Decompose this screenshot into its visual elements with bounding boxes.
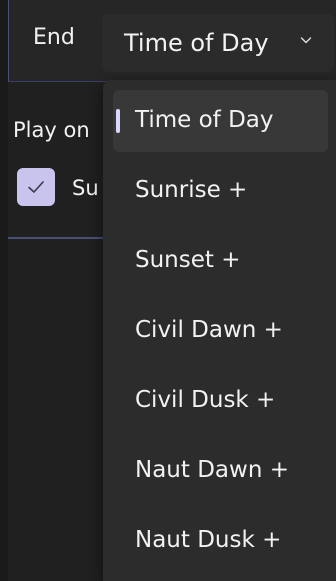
sunday-checkbox-label: Su (72, 176, 99, 200)
selected-indicator (116, 109, 120, 133)
end-dropdown[interactable]: Time of Day (102, 14, 334, 72)
menu-item-label: Sunset + (135, 247, 241, 273)
left-edge-strip (0, 0, 8, 581)
chevron-down-icon (300, 34, 312, 46)
menu-item-naut-dusk[interactable]: Naut Dusk + (113, 510, 328, 572)
end-label: End (33, 25, 75, 50)
play-on-label: Play on (13, 118, 90, 142)
menu-item-civil-dawn[interactable]: Civil Dawn + (113, 300, 328, 362)
menu-item-sunset[interactable]: Sunset + (113, 230, 328, 292)
menu-item-label: Civil Dawn + (135, 317, 283, 343)
end-dropdown-menu: Time of Day Sunrise + Sunset + Civil Daw… (103, 80, 336, 581)
menu-item-naut-dawn[interactable]: Naut Dawn + (113, 440, 328, 502)
menu-item-label: Time of Day (135, 107, 274, 133)
menu-item-label: Sunrise + (135, 177, 248, 203)
checkmark-icon (28, 181, 44, 193)
sunday-checkbox[interactable] (17, 168, 55, 206)
menu-item-civil-dusk[interactable]: Civil Dusk + (113, 370, 328, 432)
menu-item-label: Naut Dawn + (135, 457, 289, 483)
menu-item-sunrise[interactable]: Sunrise + (113, 160, 328, 222)
menu-item-time-of-day[interactable]: Time of Day (113, 90, 328, 152)
end-dropdown-value: Time of Day (124, 29, 269, 57)
menu-item-label: Civil Dusk + (135, 387, 276, 413)
section-divider (8, 237, 104, 239)
menu-item-label: Naut Dusk + (135, 527, 282, 553)
schedule-editor: End Time of Day Play on Su Time of Day S… (0, 0, 336, 581)
